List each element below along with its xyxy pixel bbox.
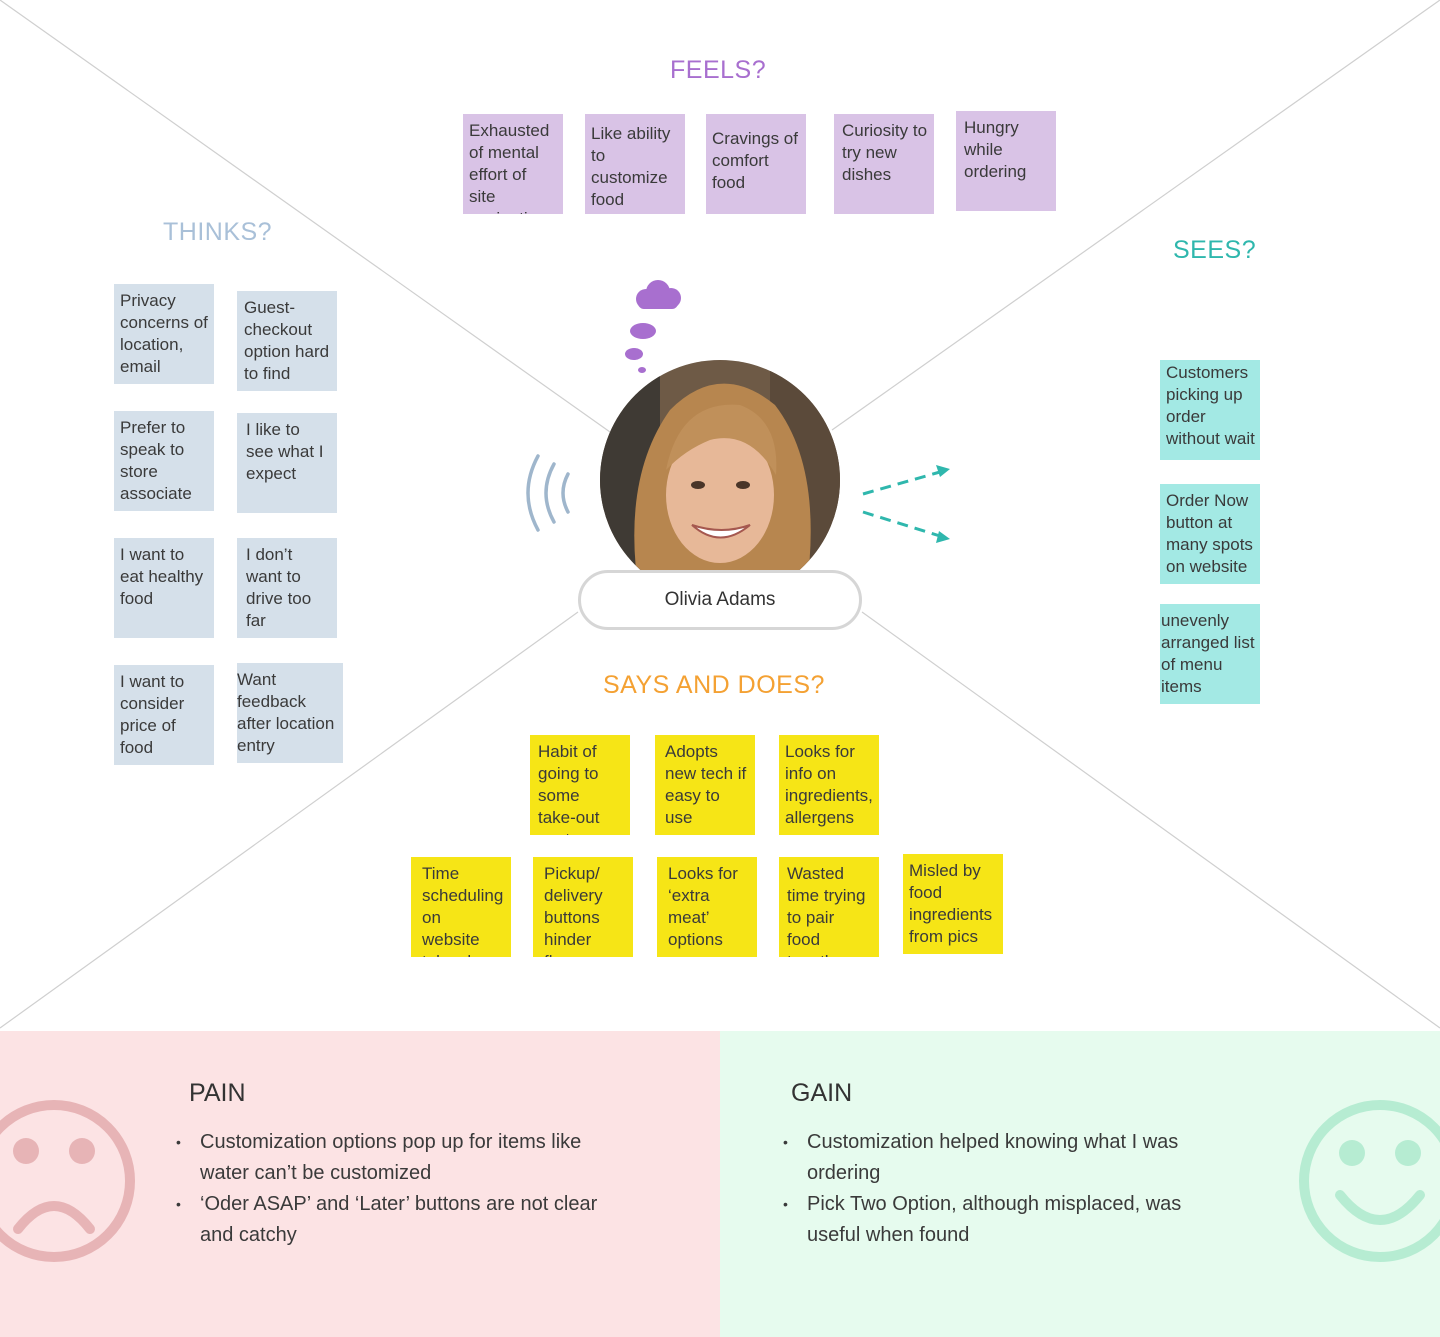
persona-avatar xyxy=(600,360,840,600)
thinks-note[interactable]: Prefer to speak to store associate xyxy=(114,411,214,511)
thinks-note[interactable]: I like to see what I expect xyxy=(237,413,337,513)
sees-title: SEES? xyxy=(1173,236,1257,264)
list-item: • Customization options pop up for items … xyxy=(176,1131,582,1184)
sees-note[interactable]: Order Now button at many spots on websit… xyxy=(1160,484,1260,584)
sight-arrows-icon xyxy=(862,465,950,543)
pain-title: PAIN xyxy=(189,1079,246,1107)
says-does-title: SAYS AND DOES? xyxy=(603,671,825,699)
list-item: • ‘Oder ASAP’ and ‘Later’ buttons are not… xyxy=(176,1193,598,1246)
says-does-note[interactable]: Wasted time trying to pair food together xyxy=(779,857,879,957)
thinks-title: THINKS? xyxy=(163,218,273,246)
feels-note[interactable]: Hungry while ordering xyxy=(956,111,1056,211)
thinks-note[interactable]: Privacy concerns of location, email xyxy=(114,284,214,384)
says-does-note[interactable]: Time scheduling on website takes long xyxy=(411,857,511,957)
persona-portrait xyxy=(600,360,840,600)
says-does-note[interactable]: Misled by food ingredients from pics xyxy=(903,854,1003,954)
persona-name: Olivia Adams xyxy=(578,570,862,630)
list-item: • Customization helped knowing what I was… xyxy=(783,1131,1179,1184)
happy-face-icon xyxy=(1299,1100,1440,1262)
thinks-note[interactable]: Want feedback after location entry xyxy=(237,663,343,763)
thought-cloud-icon xyxy=(625,280,681,373)
gain-panel: GAIN • Customization helped knowing what … xyxy=(720,1031,1440,1337)
gain-title: GAIN xyxy=(791,1079,853,1107)
thinks-note[interactable]: Guest-checkout option hard to find xyxy=(237,291,337,391)
thinks-note[interactable]: I want to consider price of food xyxy=(114,665,214,765)
says-does-note[interactable]: Habit of going to some take-out spots xyxy=(530,735,630,835)
sees-note[interactable]: unevenly arranged list of menu items xyxy=(1160,604,1260,704)
sound-waves-icon xyxy=(526,454,570,532)
gain-list: • Customization helped knowing what I was… xyxy=(783,1127,1187,1251)
says-does-note[interactable]: Looks for info on ingredients, allergens xyxy=(779,735,879,835)
feels-note[interactable]: Exhausted of mental effort of site navig… xyxy=(463,114,563,214)
pain-panel: PAIN • Customization options pop up for i… xyxy=(0,1031,720,1337)
feels-note[interactable]: Like ability to customize food xyxy=(585,114,685,214)
list-item: • Pick Two Option, although misplaced, wa… xyxy=(783,1193,1182,1246)
feels-note[interactable]: Curiosity to try new dishes xyxy=(834,114,934,214)
sad-face-icon xyxy=(0,1100,135,1262)
says-does-note[interactable]: Pickup/ delivery buttons hinder flow xyxy=(533,857,633,957)
says-does-note[interactable]: Looks for ‘extra meat’ options xyxy=(657,857,757,957)
feels-title: FEELS? xyxy=(670,56,767,84)
feels-note[interactable]: Cravings of comfort food xyxy=(706,114,806,214)
sees-note[interactable]: Customers picking up order without wait xyxy=(1160,360,1260,460)
thinks-note[interactable]: I want to eat healthy food xyxy=(114,538,214,638)
says-does-note[interactable]: Adopts new tech if easy to use xyxy=(655,735,755,835)
thinks-note[interactable]: I don’t want to drive too far xyxy=(237,538,337,638)
pain-list: • Customization options pop up for items … xyxy=(176,1127,600,1251)
